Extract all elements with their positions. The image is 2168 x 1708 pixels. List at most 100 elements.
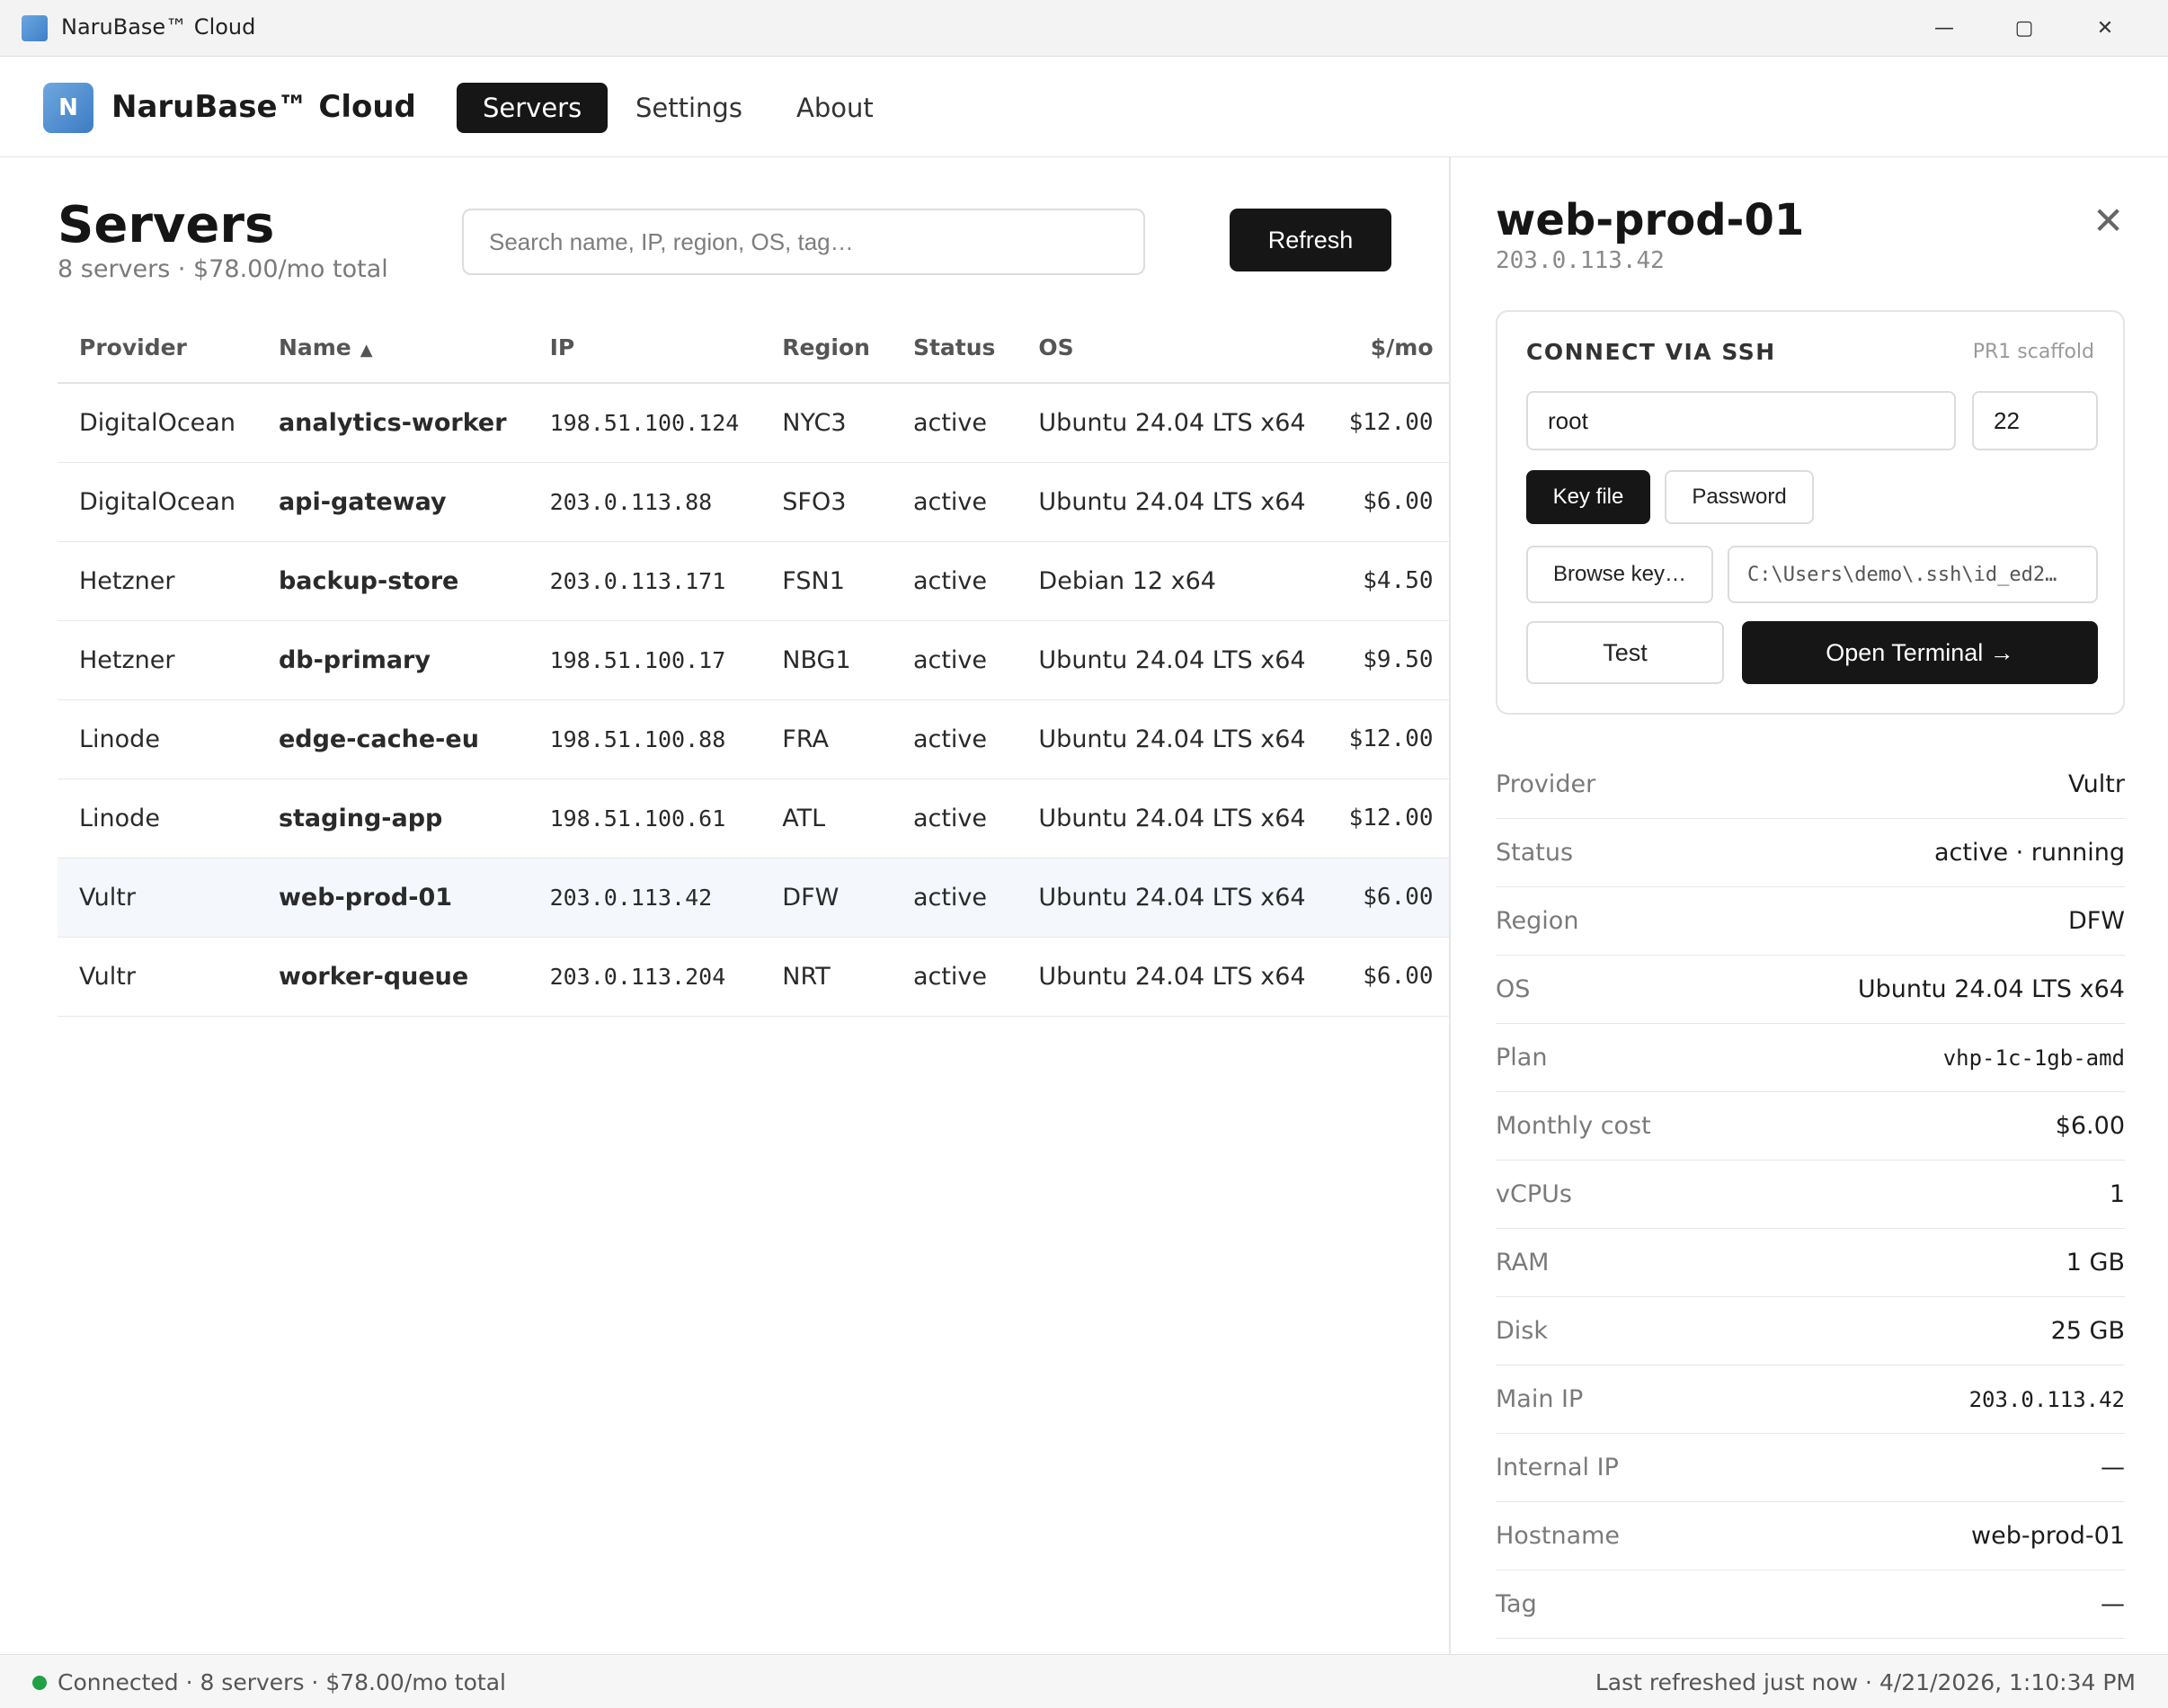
- tab-servers[interactable]: Servers: [457, 83, 609, 133]
- property-row: Internal IP —: [1496, 1434, 2125, 1502]
- property-value: —: [2101, 1454, 2125, 1481]
- tab-about[interactable]: About: [770, 83, 900, 133]
- table-row[interactable]: DigitalOcean analytics-worker 198.51.100.1…: [58, 383, 1455, 463]
- brand-name: NaruBase™ Cloud: [111, 89, 416, 125]
- column-header-cost[interactable]: $/mo: [1327, 313, 1455, 384]
- auth-key-file-toggle[interactable]: Key file: [1526, 470, 1650, 524]
- property-value: active · running: [1933, 839, 2125, 867]
- column-header-os[interactable]: OS: [1017, 313, 1328, 384]
- refresh-button[interactable]: Refresh: [1230, 209, 1391, 271]
- property-label: Status: [1496, 839, 1574, 867]
- top-nav: N NaruBase™ Cloud Servers Settings About: [0, 58, 2168, 157]
- status-summary: Connected · 8 servers · $78.00/mo total: [58, 1669, 506, 1695]
- cell-cost: $9.50: [1327, 620, 1455, 700]
- sort-ascending-icon: ▲: [360, 341, 373, 360]
- maximize-button[interactable]: ▢: [1997, 9, 2051, 47]
- cell-ip: 203.0.113.204: [528, 937, 761, 1017]
- column-header-ip[interactable]: IP: [528, 313, 761, 384]
- table-header-row: Provider Name ▲ IP Region Status OS $/mo: [58, 313, 1455, 384]
- property-row: RAM 1 GB: [1496, 1229, 2125, 1297]
- cell-os: Ubuntu 24.04 LTS x64: [1017, 937, 1328, 1017]
- browse-key-button[interactable]: Browse key…: [1526, 546, 1713, 603]
- property-label: Internal IP: [1496, 1454, 1619, 1481]
- cell-region: FRA: [760, 699, 892, 779]
- cell-cost: $12.00: [1327, 778, 1455, 858]
- cell-region: ATL: [760, 778, 892, 858]
- server-detail-panel: web-prod-01 203.0.113.42 ✕ CONNECT VIA S…: [1449, 157, 2168, 1654]
- column-header-provider[interactable]: Provider: [58, 313, 257, 384]
- property-value: web-prod-01: [1971, 1522, 2125, 1550]
- cell-status: active: [891, 620, 1017, 700]
- key-path-field[interactable]: C:\Users\demo\.ssh\id_ed2…: [1728, 546, 2098, 603]
- port-input[interactable]: [1972, 391, 2098, 450]
- property-row: Disk 25 GB: [1496, 1297, 2125, 1366]
- cell-status: active: [891, 462, 1017, 542]
- column-header-name[interactable]: Name ▲: [256, 313, 529, 384]
- close-icon[interactable]: ✕: [2092, 199, 2124, 243]
- table-row[interactable]: Linode edge-cache-eu 198.51.100.88 FRA activ…: [58, 699, 1455, 779]
- table-row[interactable]: Hetzner backup-store 203.0.113.171 FSN1 acti…: [58, 541, 1455, 621]
- property-label: vCPUs: [1496, 1180, 1572, 1208]
- cell-provider: Linode: [58, 778, 257, 858]
- cell-cost: $6.00: [1327, 858, 1455, 938]
- cell-ip: 198.51.100.88: [528, 699, 761, 779]
- detail-title: web-prod-01: [1496, 195, 1805, 245]
- cell-name: web-prod-01: [256, 858, 529, 938]
- property-value: —: [2101, 1590, 2125, 1618]
- close-window-button[interactable]: ✕: [2078, 9, 2132, 47]
- cell-provider: Vultr: [58, 858, 257, 938]
- last-refreshed: Last refreshed just now · 4/21/2026, 1:1…: [1595, 1669, 2136, 1695]
- table-row[interactable]: Linode staging-app 198.51.100.61 ATL active U…: [58, 778, 1455, 858]
- cell-region: NBG1: [760, 620, 892, 700]
- cell-os: Ubuntu 24.04 LTS x64: [1017, 778, 1328, 858]
- cell-ip: 198.51.100.124: [528, 383, 761, 463]
- cell-cost: $6.00: [1327, 937, 1455, 1017]
- cell-os: Ubuntu 24.04 LTS x64: [1017, 383, 1328, 463]
- cell-status: active: [891, 778, 1017, 858]
- cell-region: FSN1: [760, 541, 892, 621]
- property-value: DFW: [2067, 907, 2125, 935]
- title-bar: NaruBase™ Cloud — ▢ ✕: [0, 0, 2168, 57]
- cell-region: DFW: [760, 858, 892, 938]
- table-row[interactable]: DigitalOcean api-gateway 203.0.113.88 SFO3 a…: [58, 462, 1455, 542]
- cell-ip: 203.0.113.42: [528, 858, 761, 938]
- ssh-hint: PR1 scaffold: [1972, 341, 2094, 363]
- table-row[interactable]: Vultr worker-queue 203.0.113.204 NRT active U…: [58, 937, 1455, 1017]
- username-input[interactable]: [1526, 391, 1956, 450]
- property-label: Plan: [1496, 1044, 1548, 1072]
- minimize-button[interactable]: —: [1917, 9, 1971, 47]
- cell-provider: Hetzner: [58, 541, 257, 621]
- cell-os: Ubuntu 24.04 LTS x64: [1017, 620, 1328, 700]
- property-label: RAM: [1496, 1249, 1550, 1277]
- ssh-heading: CONNECT VIA SSH: [1526, 339, 1776, 365]
- tab-settings[interactable]: Settings: [609, 83, 769, 133]
- cell-region: NRT: [760, 937, 892, 1017]
- table-row[interactable]: Vultr web-prod-01 203.0.113.42 DFW active Ubu…: [58, 858, 1455, 938]
- cell-ip: 198.51.100.17: [528, 620, 761, 700]
- property-label: Hostname: [1496, 1522, 1621, 1550]
- cell-provider: DigitalOcean: [58, 383, 257, 463]
- property-row: Region DFW: [1496, 887, 2125, 956]
- column-header-status[interactable]: Status: [891, 313, 1017, 384]
- cell-cost: $4.50: [1327, 541, 1455, 621]
- property-label: Monthly cost: [1496, 1112, 1651, 1140]
- cell-os: Ubuntu 24.04 LTS x64: [1017, 462, 1328, 542]
- property-row: Plan vhp-1c-1gb-amd: [1496, 1024, 2125, 1092]
- property-label: Disk: [1496, 1317, 1548, 1345]
- cell-os: Ubuntu 24.04 LTS x64: [1017, 858, 1328, 938]
- property-label: Tag: [1496, 1590, 1537, 1618]
- test-connection-button[interactable]: Test: [1526, 621, 1724, 684]
- cell-status: active: [891, 858, 1017, 938]
- cell-status: active: [891, 541, 1017, 621]
- cell-name: db-primary: [256, 620, 529, 700]
- search-input[interactable]: [462, 209, 1145, 275]
- table-row[interactable]: Hetzner db-primary 198.51.100.17 NBG1 active…: [58, 620, 1455, 700]
- property-value: 203.0.113.42: [1968, 1386, 2125, 1412]
- column-header-name-label: Name: [278, 334, 351, 360]
- auth-password-toggle[interactable]: Password: [1665, 470, 1814, 524]
- cell-ip: 203.0.113.88: [528, 462, 761, 542]
- open-terminal-button[interactable]: Open Terminal →: [1742, 621, 2098, 684]
- column-header-region[interactable]: Region: [760, 313, 892, 384]
- cell-ip: 198.51.100.61: [528, 778, 761, 858]
- property-row: Tag —: [1496, 1570, 2125, 1639]
